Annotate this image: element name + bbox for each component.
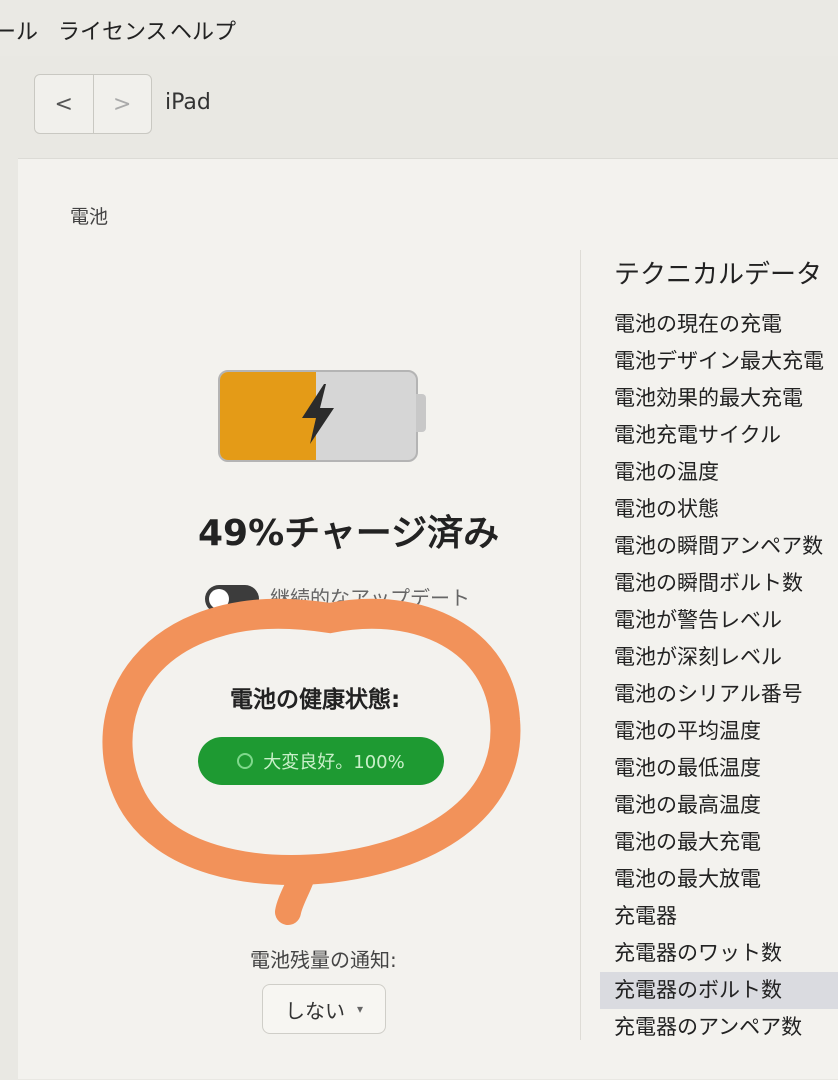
forward-button[interactable]: > (92, 75, 152, 133)
battery-tip (416, 394, 426, 432)
technical-data-item[interactable]: 電池の状態 (600, 491, 838, 528)
battery-health-status: 大変良好。100% (263, 752, 405, 773)
back-button[interactable]: < (35, 75, 93, 133)
technical-data-item[interactable]: 充電器のアンペア数 (600, 1009, 838, 1046)
column-divider (580, 250, 581, 1040)
technical-data-item[interactable]: 電池の瞬間アンペア数 (600, 528, 838, 565)
battery-notification-select[interactable]: しない ▾ (262, 984, 386, 1034)
charge-status-text: 49%チャージ済み (198, 513, 500, 554)
menu-bar: ール ライセンス ヘルプ (0, 0, 838, 56)
menu-item-partial[interactable]: ール (0, 14, 38, 46)
technical-data-item[interactable]: 電池が警告レベル (600, 602, 838, 639)
technical-data-item[interactable]: 電池のシリアル番号 (600, 676, 838, 713)
technical-data-title: テクニカルデータ (614, 260, 823, 290)
health-status-icon (237, 753, 254, 769)
technical-data-item[interactable]: 電池の最低温度 (600, 750, 838, 787)
technical-data-item[interactable]: 電池の平均温度 (600, 713, 838, 750)
technical-data-item[interactable]: 電池充電サイクル (600, 417, 838, 454)
menu-item-license[interactable]: ライセンス (58, 14, 168, 46)
menu-item-help[interactable]: ヘルプ (170, 14, 236, 46)
technical-data-item[interactable]: 電池の最高温度 (600, 787, 838, 824)
nav-button-group: < > (34, 74, 152, 134)
technical-data-item[interactable]: 電池が深刻レベル (600, 639, 838, 676)
battery-health-badge: 大変良好。100% (198, 737, 444, 785)
section-title: 電池 (70, 206, 109, 228)
device-title: iPad (165, 90, 211, 115)
technical-data-item[interactable]: 電池の最大放電 (600, 861, 838, 898)
technical-data-item[interactable]: 充電器 (600, 898, 838, 935)
technical-data-item[interactable]: 電池効果的最大充電 (600, 380, 838, 417)
chevron-down-icon: ▾ (356, 1002, 364, 1016)
technical-data-item[interactable]: 電池の現在の充電 (600, 306, 838, 343)
toggle-knob (209, 589, 229, 609)
technical-data-item[interactable]: 充電器のボルト数 (600, 972, 838, 1009)
battery-health-label: 電池の健康状態: (230, 687, 401, 713)
technical-data-item[interactable]: 電池の瞬間ボルト数 (600, 565, 838, 602)
technical-data-item[interactable]: 電池の温度 (600, 454, 838, 491)
battery-notification-value: しない (284, 998, 345, 1023)
technical-data-item[interactable]: 充電器のワット数 (600, 935, 838, 972)
technical-data-list: 電池の現在の充電 電池デザイン最大充電 電池効果的最大充電 電池充電サイクル 電池の温度… (600, 306, 838, 1046)
battery-notification-label: 電池残量の通知: (250, 948, 397, 972)
charging-bolt-icon (302, 384, 334, 444)
continuous-update-toggle[interactable] (205, 585, 259, 613)
continuous-update-label: 継続的なアップデート (270, 586, 470, 610)
technical-data-item[interactable]: 電池の最大充電 (600, 824, 838, 861)
technical-data-item[interactable]: 電池デザイン最大充電 (600, 343, 838, 380)
